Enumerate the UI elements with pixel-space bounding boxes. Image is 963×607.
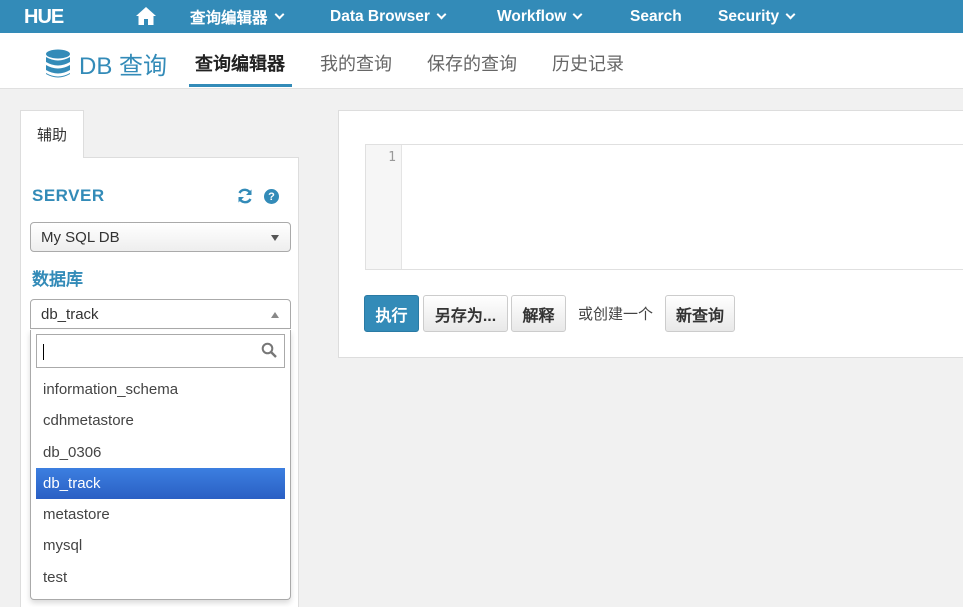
assist-panel: SERVER ? My SQL DB 数据库 db_track informat… [20, 157, 299, 607]
nav-security[interactable]: Security [718, 0, 796, 33]
execute-button[interactable]: 执行 [364, 295, 419, 332]
server-select-value: My SQL DB [41, 228, 120, 246]
database-heading: 数据库 [32, 270, 83, 289]
database-option[interactable]: metastore [36, 499, 285, 530]
nav-security-label: Security [718, 7, 780, 25]
database-select-value: db_track [41, 305, 99, 323]
caret-down-icon [271, 235, 279, 241]
nav-workflow-label: Workflow [497, 7, 567, 25]
server-heading: SERVER [32, 186, 105, 205]
nav-search-label: Search [630, 7, 682, 25]
tab-assist[interactable]: 辅助 [20, 110, 84, 158]
nav-workflow[interactable]: Workflow [497, 0, 583, 33]
database-option[interactable]: test [36, 562, 285, 593]
nav-data-browser-label: Data Browser [330, 7, 430, 25]
database-option-list: information_schema cdhmetastore db_0306 … [36, 374, 285, 593]
tab-query-editor[interactable]: 查询编辑器 [195, 50, 285, 76]
nav-data-browser[interactable]: Data Browser [330, 0, 447, 33]
sql-editor[interactable]: 1 [365, 144, 963, 270]
or-create-text: 或创建一个 [578, 306, 654, 323]
app-title-text: DB 查询 [79, 53, 168, 80]
database-option[interactable]: db_0306 [36, 437, 285, 468]
nav-search[interactable]: Search [630, 0, 682, 33]
explain-button[interactable]: 解释 [511, 295, 566, 332]
home-icon[interactable] [135, 6, 157, 26]
database-option[interactable]: cdhmetastore [36, 405, 285, 436]
tab-saved-queries[interactable]: 保存的查询 [427, 50, 517, 76]
top-navbar: HUE 查询编辑器 Data Browser Workflow Search S… [0, 0, 963, 33]
database-option[interactable]: mysql [36, 530, 285, 561]
chevron-down-icon [573, 9, 583, 20]
chevron-down-icon [436, 9, 447, 20]
query-editor-card: 1 执行 另存为... 解释 或创建一个 新查询 [338, 110, 963, 358]
chevron-down-icon [785, 9, 796, 20]
sub-navbar: DB 查询 查询编辑器 我的查询 保存的查询 历史记录 [0, 33, 963, 89]
database-option[interactable]: information_schema [36, 374, 285, 405]
nav-query-editor-label: 查询编辑器 [190, 9, 268, 27]
database-option-selected[interactable]: db_track [36, 467, 285, 500]
database-dropdown: information_schema cdhmetastore db_0306 … [30, 330, 291, 600]
help-icon[interactable]: ? [264, 189, 279, 204]
active-tab-indicator [189, 84, 292, 87]
app-title[interactable]: DB 查询 [45, 46, 167, 81]
logo-text: HUE [24, 5, 64, 28]
tab-assist-label: 辅助 [36, 127, 67, 144]
chevron-down-icon [274, 9, 284, 20]
nav-query-editor[interactable]: 查询编辑器 [190, 0, 284, 33]
database-search-input[interactable] [36, 334, 285, 368]
text-cursor [43, 344, 44, 360]
tab-history[interactable]: 历史记录 [552, 50, 624, 76]
new-query-button[interactable]: 新查询 [665, 295, 735, 332]
refresh-icon[interactable] [237, 188, 253, 204]
tab-my-queries[interactable]: 我的查询 [320, 50, 392, 76]
editor-gutter: 1 [366, 145, 402, 269]
hue-logo[interactable]: HUE [24, 5, 64, 28]
database-icon [46, 49, 70, 77]
line-number: 1 [388, 150, 396, 165]
database-select[interactable]: db_track [30, 299, 291, 329]
search-icon [261, 342, 277, 358]
server-select[interactable]: My SQL DB [30, 222, 291, 252]
caret-up-icon [271, 312, 279, 318]
save-as-button[interactable]: 另存为... [423, 295, 508, 332]
